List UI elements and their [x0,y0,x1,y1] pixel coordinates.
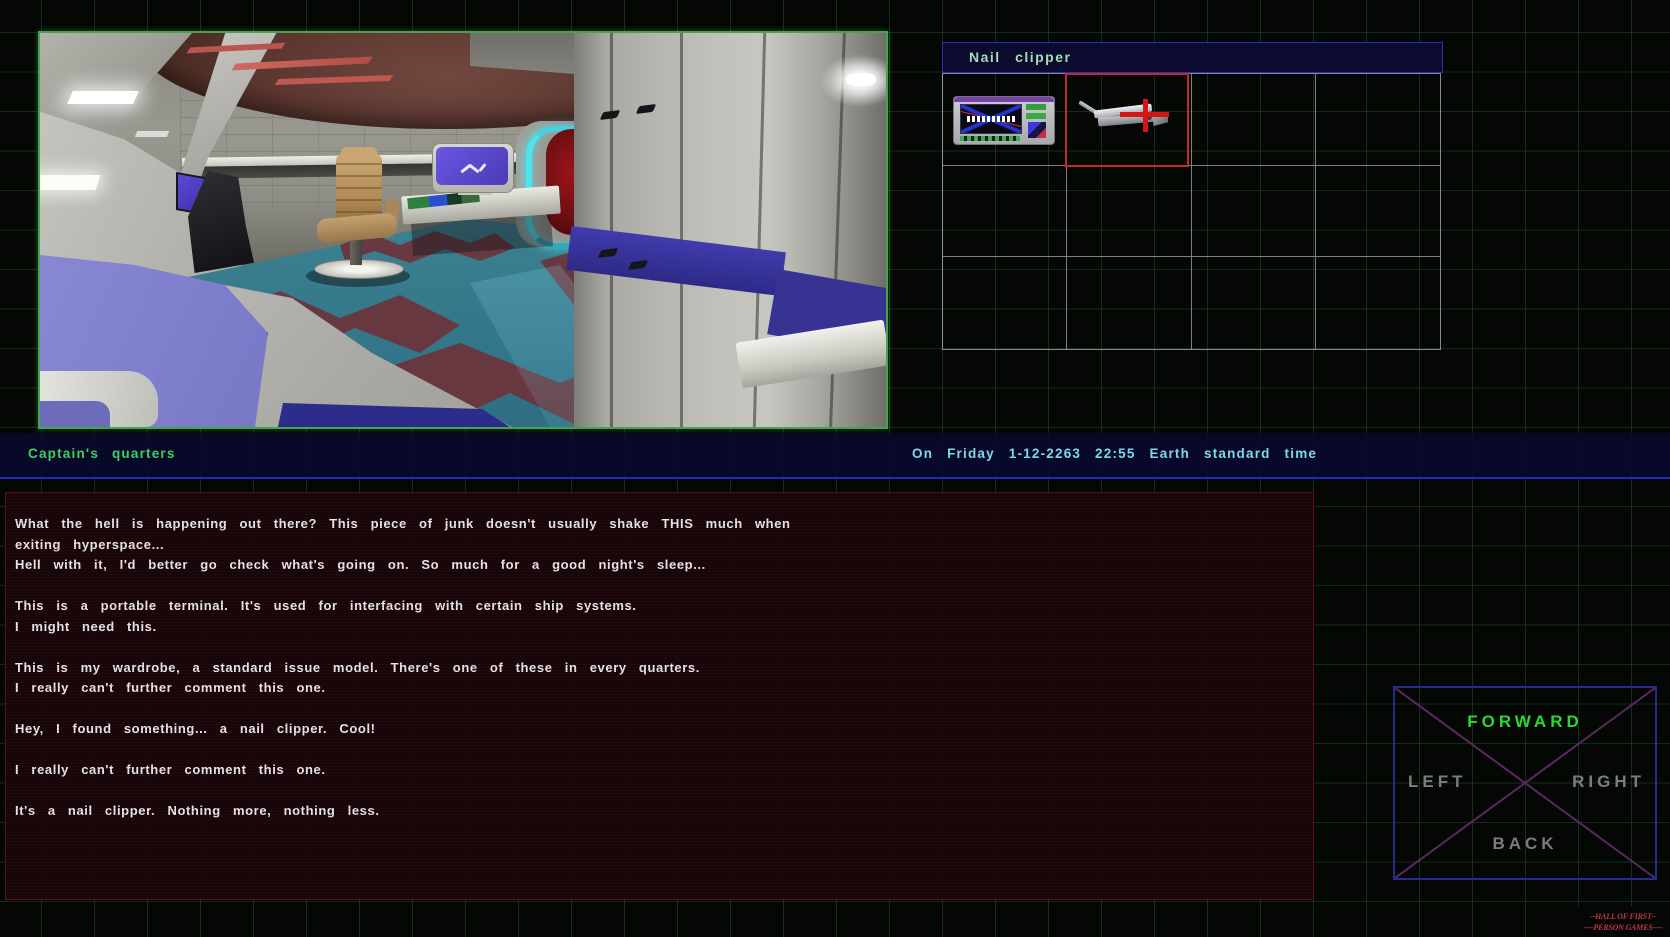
scene-viewport[interactable] [38,31,888,429]
log-line: Hey, I found something... a nail clipper… [15,719,1303,740]
compass-forward-button[interactable]: FORWARD [1395,712,1655,732]
monitor-screen [436,147,508,185]
log-line: It's a nail clipper. Nothing more, nothi… [15,801,1303,822]
terminal-icon-led [1026,104,1046,110]
log-line [15,637,1303,658]
log-line: exiting hyperspace... [15,535,1303,556]
log-line: What the hell is happening out there? Th… [15,514,1303,535]
inventory-slot[interactable] [1316,257,1440,349]
location-label: Captain's quarters [28,446,176,461]
wall-monitor[interactable] [432,143,514,193]
terminal-icon-label [967,116,1015,122]
compass-control[interactable]: FORWARD LEFT RIGHT BACK [1393,686,1657,880]
inventory-title: Nail clipper [969,49,1071,65]
inventory-slot[interactable] [1067,257,1191,349]
inventory-slot[interactable] [1316,74,1440,166]
inventory-item-nail-clipper[interactable] [1074,98,1170,140]
inventory-slot[interactable] [943,166,1067,258]
wall-light-strip [135,131,169,137]
log-line: This is my wardrobe, a standard issue mo… [15,658,1303,679]
compass-back-button[interactable]: BACK [1395,834,1655,854]
captains-chair[interactable] [308,153,408,287]
log-line: I really can't further comment this one. [15,760,1303,781]
log-line [15,740,1303,761]
ceiling-light-strip [67,91,139,104]
credit-watermark: --HALL OF FIRST-- ----PERSON GAMES---- [1577,906,1669,937]
compass-right-button[interactable]: RIGHT [1572,772,1645,792]
log-line: I might need this. [15,617,1303,638]
log-line [15,699,1303,720]
compass-left-button[interactable]: LEFT [1408,772,1467,792]
terminal-icon-badge [1028,122,1046,138]
status-bar: Captain's quarters On Friday 1-12-2263 2… [0,433,1670,479]
locker-seam [680,33,683,427]
monitor-logo-mark [478,163,486,172]
terminal-icon-keys [960,136,1020,141]
log-line: Hell with it, I'd better go check what's… [15,555,1303,576]
inventory-slot[interactable] [1067,166,1191,258]
chair-seat [316,213,398,244]
cursor-crosshair-icon [1143,99,1148,132]
chair-headrest [341,147,377,159]
inventory-slot[interactable] [1192,74,1316,166]
inventory-item-portable-terminal[interactable] [953,96,1055,145]
locker-handle[interactable] [600,110,621,120]
log-line: I really can't further comment this one. [15,678,1303,699]
game-screen: Nail clipper Captain's quarters [0,0,1670,937]
wardrobe-lockers[interactable] [574,33,886,427]
locker-blue-stripe [566,226,786,296]
log-line: This is a portable terminal. It's used f… [15,596,1303,617]
chair-pedestal [350,237,362,265]
ceiling-lamp [846,73,876,86]
inventory-title-bar: Nail clipper [942,42,1443,73]
inventory-slot[interactable] [943,257,1067,349]
bed-sheet [40,401,110,427]
datetime-label: On Friday 1-12-2263 22:55 Earth standard… [912,446,1317,461]
inventory-slot[interactable] [1192,257,1316,349]
message-log: What the hell is happening out there? Th… [5,492,1314,900]
credit-line: --HALL OF FIRST-- [1577,911,1669,922]
inventory-slot[interactable] [1316,166,1440,258]
inventory-slot[interactable] [1192,166,1316,258]
terminal-icon-top-strip [954,97,1054,102]
terminal-icon-led [1026,113,1046,119]
log-line [15,781,1303,802]
credit-line: ----PERSON GAMES---- [1577,922,1669,933]
locker-handle[interactable] [636,104,657,114]
terminal-icon-screen [960,104,1022,134]
wall-light-strip [38,175,100,190]
log-line [15,576,1303,597]
